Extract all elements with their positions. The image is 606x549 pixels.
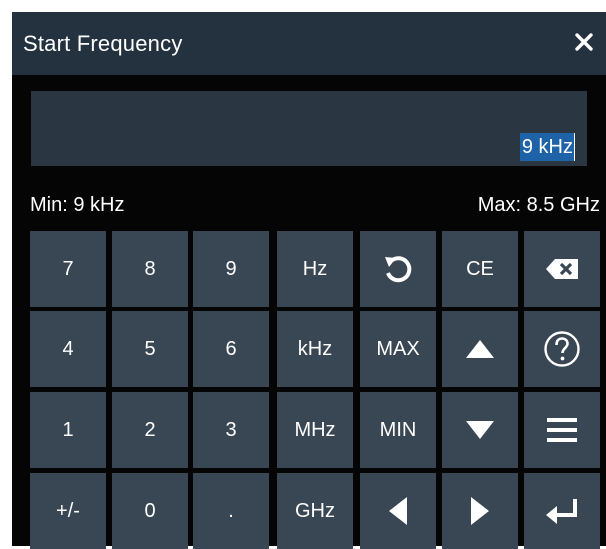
close-button[interactable] bbox=[568, 26, 600, 58]
value-input[interactable]: 9 kHz bbox=[31, 91, 587, 166]
key-4[interactable]: 4 bbox=[30, 311, 106, 387]
start-frequency-dialog: Start Frequency 9 kHz Min: 9 kHz Max: 8.… bbox=[12, 12, 606, 549]
undo-icon bbox=[385, 256, 412, 283]
arrow-right-icon bbox=[471, 497, 489, 525]
text-caret bbox=[574, 133, 575, 161]
enter-button[interactable] bbox=[524, 473, 600, 549]
key-3[interactable]: 3 bbox=[193, 392, 269, 468]
max-limit: Max: 8.5 GHz bbox=[477, 194, 600, 216]
menu-button[interactable] bbox=[524, 392, 600, 468]
key-6[interactable]: 6 bbox=[193, 311, 269, 387]
max-button[interactable]: MAX bbox=[360, 311, 436, 387]
entry-value[interactable]: 9 kHz bbox=[519, 133, 575, 161]
khz-unit-button[interactable]: kHz bbox=[277, 311, 353, 387]
arrow-up-icon bbox=[466, 340, 494, 358]
help-icon bbox=[544, 331, 580, 367]
min-limit: Min: 9 kHz bbox=[30, 194, 125, 216]
key-2[interactable]: 2 bbox=[112, 392, 188, 468]
backspace-icon bbox=[546, 259, 578, 279]
ghz-unit-button[interactable]: GHz bbox=[277, 473, 353, 549]
cursor-left-button[interactable] bbox=[360, 473, 436, 549]
arrow-left-icon bbox=[389, 497, 407, 525]
enter-icon bbox=[546, 499, 577, 524]
ce-button[interactable]: CE bbox=[442, 231, 518, 307]
increment-button[interactable] bbox=[442, 311, 518, 387]
keypad: 7 8 9 Hz CE 4 5 6 kHz MAX 1 2 3 MHz MIN … bbox=[30, 231, 600, 549]
min-button[interactable]: MIN bbox=[360, 392, 436, 468]
decimal-point-button[interactable]: . bbox=[193, 473, 269, 549]
key-9[interactable]: 9 bbox=[193, 231, 269, 307]
decrement-button[interactable] bbox=[442, 392, 518, 468]
menu-icon bbox=[547, 418, 577, 442]
undo-button[interactable] bbox=[360, 231, 436, 307]
close-icon bbox=[575, 33, 593, 51]
hz-unit-button[interactable]: Hz bbox=[277, 231, 353, 307]
key-1[interactable]: 1 bbox=[30, 392, 106, 468]
dialog-body: 9 kHz Min: 9 kHz Max: 8.5 GHz 7 8 9 Hz C… bbox=[12, 75, 606, 549]
dialog-title: Start Frequency bbox=[23, 31, 183, 56]
key-8[interactable]: 8 bbox=[112, 231, 188, 307]
arrow-down-icon bbox=[466, 421, 494, 439]
key-0[interactable]: 0 bbox=[112, 473, 188, 549]
key-5[interactable]: 5 bbox=[112, 311, 188, 387]
mhz-unit-button[interactable]: MHz bbox=[277, 392, 353, 468]
sign-toggle-button[interactable]: +/- bbox=[30, 473, 106, 549]
backspace-button[interactable] bbox=[524, 231, 600, 307]
key-7[interactable]: 7 bbox=[30, 231, 106, 307]
help-button[interactable] bbox=[524, 311, 600, 387]
title-bar: Start Frequency bbox=[12, 12, 606, 75]
cursor-right-button[interactable] bbox=[442, 473, 518, 549]
